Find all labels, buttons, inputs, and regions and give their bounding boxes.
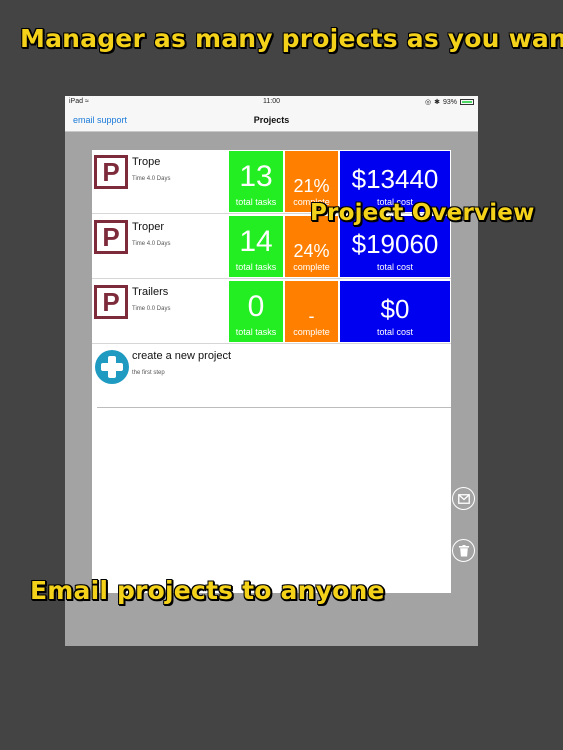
total-cost-value: $13440 bbox=[351, 164, 439, 194]
status-time: 11:00 bbox=[263, 98, 280, 105]
mail-icon[interactable] bbox=[452, 487, 475, 510]
project-time: Time 4.0 Days bbox=[132, 241, 171, 247]
project-logo-icon: P bbox=[94, 220, 128, 254]
status-right: ◎ ✱ 93% bbox=[425, 98, 474, 106]
total-tasks-label: total tasks bbox=[235, 327, 277, 337]
complete-label: complete bbox=[293, 327, 330, 337]
total-tasks-tile[interactable]: 13 total tasks bbox=[229, 151, 283, 212]
project-name: Trailers bbox=[132, 286, 169, 298]
total-cost-label: total cost bbox=[376, 327, 414, 337]
project-row[interactable]: P Trailers Time 0.0 Days 0 total tasks -… bbox=[92, 280, 451, 344]
complete-tile[interactable]: - complete bbox=[285, 281, 338, 342]
project-name: Trope bbox=[132, 156, 161, 168]
project-time: Time 4.0 Days bbox=[132, 176, 171, 182]
total-cost-value: $0 bbox=[380, 294, 410, 324]
create-project-label: create a new project bbox=[132, 350, 232, 362]
total-tasks-tile[interactable]: 0 total tasks bbox=[229, 281, 283, 342]
total-cost-label: total cost bbox=[376, 262, 414, 272]
lock-rotation-icon: ◎ bbox=[425, 99, 432, 106]
ipad-screen: iPad ≈ 11:00 ◎ ✱ 93% email support Proje… bbox=[65, 96, 478, 646]
promo-caption-top: Manager as many projects as you want bbox=[20, 24, 563, 53]
total-cost-value: $19060 bbox=[351, 229, 439, 259]
trash-icon[interactable] bbox=[452, 539, 475, 562]
total-tasks-value: 13 bbox=[239, 160, 273, 193]
battery-icon bbox=[460, 99, 474, 105]
total-tasks-tile[interactable]: 14 total tasks bbox=[229, 216, 283, 277]
project-name: Troper bbox=[132, 221, 164, 233]
project-time: Time 0.0 Days bbox=[132, 306, 171, 312]
project-logo-icon: P bbox=[94, 155, 128, 189]
total-tasks-value: 0 bbox=[247, 290, 265, 323]
promo-caption-email: Email projects to anyone bbox=[30, 576, 385, 605]
complete-label: complete bbox=[293, 262, 330, 272]
promo-caption-overview: Project Overview bbox=[310, 200, 535, 226]
status-bar: iPad ≈ 11:00 ◎ ✱ 93% bbox=[65, 96, 478, 108]
total-tasks-label: total tasks bbox=[235, 197, 277, 207]
project-logo-icon: P bbox=[94, 285, 128, 319]
total-cost-tile[interactable]: $0 total cost bbox=[340, 281, 450, 342]
total-tasks-value: 14 bbox=[239, 225, 273, 258]
create-project-subtitle: the first step bbox=[132, 370, 165, 376]
navigation-bar: email support Projects bbox=[65, 108, 478, 132]
plus-icon[interactable] bbox=[95, 350, 129, 384]
page-title: Projects bbox=[253, 115, 290, 125]
create-project-row[interactable]: create a new project the first step bbox=[95, 344, 451, 408]
total-tasks-label: total tasks bbox=[235, 262, 277, 272]
bluetooth-icon: ✱ bbox=[434, 99, 440, 106]
battery-percent: 93% bbox=[442, 98, 457, 106]
